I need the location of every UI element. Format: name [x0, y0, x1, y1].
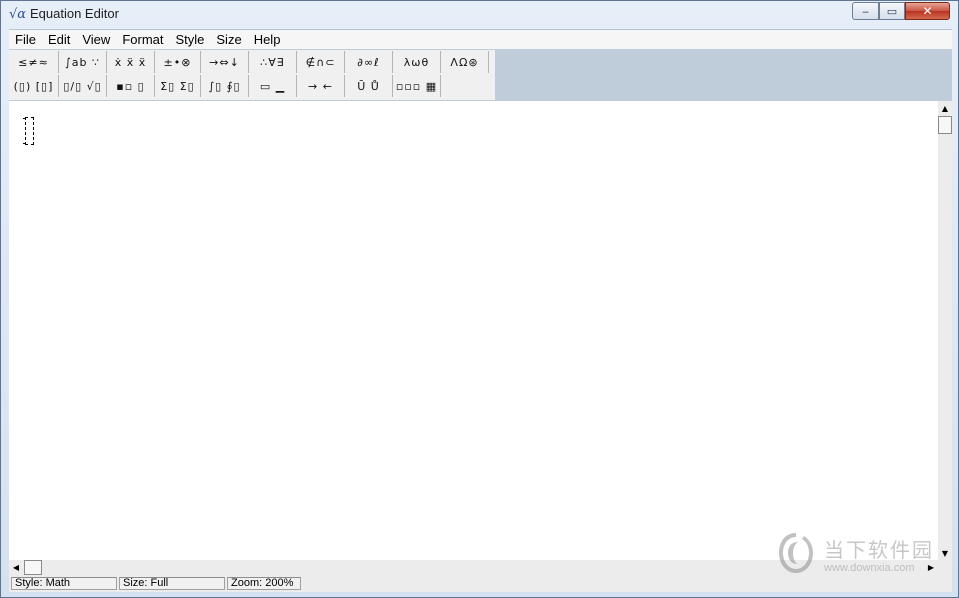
fence-templates-button[interactable]: (▯) [▯]	[9, 75, 59, 97]
labeled-arrow-templates-button[interactable]: → ←	[297, 75, 345, 97]
horizontal-scroll-thumb[interactable]	[24, 560, 42, 575]
toolbar-area: ≤≠≈ ∫ab ∵ ẋ ẍ ẍ ±•⊗ →⇔↓ ∴∀∃ ∉∩⊂ ∂∞ℓ λωθ …	[9, 49, 952, 101]
matrix-templates-button[interactable]: ▫▫▫ ▦	[393, 75, 441, 97]
vertical-scrollbar[interactable]: ▲ ▼	[938, 101, 952, 560]
menu-help[interactable]: Help	[248, 30, 287, 50]
relational-symbols-button[interactable]: ≤≠≈	[9, 51, 59, 73]
subscript-superscript-templates-button[interactable]: ▪▫ ▯	[107, 75, 155, 97]
integral-templates-button[interactable]: ∫▯ ∮▯	[201, 75, 249, 97]
minimize-button[interactable]: ‒	[852, 2, 879, 20]
downxia-logo-icon	[779, 533, 813, 573]
vertical-scroll-thumb[interactable]	[938, 116, 952, 134]
menu-style[interactable]: Style	[169, 30, 210, 50]
sqrt-alpha-icon: √α	[9, 7, 27, 22]
greek-uppercase-button[interactable]: ΛΩ⊛	[441, 51, 489, 73]
spaces-ellipses-button[interactable]: ∫ab ∵	[59, 51, 107, 73]
greek-lowercase-button[interactable]: λωθ	[393, 51, 441, 73]
menu-bar: File Edit View Format Style Size Help	[9, 29, 952, 50]
close-button[interactable]: ✕	[905, 2, 950, 20]
menu-file[interactable]: File	[9, 30, 42, 50]
fraction-radical-templates-button[interactable]: ▯/▯ √▯	[59, 75, 107, 97]
status-style: Style: Math	[11, 577, 117, 590]
equation-editing-area[interactable]	[9, 101, 938, 560]
menu-size[interactable]: Size	[210, 30, 247, 50]
miscellaneous-symbols-button[interactable]: ∂∞ℓ	[345, 51, 393, 73]
menu-edit[interactable]: Edit	[42, 30, 76, 50]
menu-view[interactable]: View	[76, 30, 116, 50]
arrow-symbols-button[interactable]: →⇔↓	[201, 51, 249, 73]
status-size: Size: Full	[119, 577, 225, 590]
scroll-up-arrow-icon[interactable]: ▲	[938, 101, 952, 115]
watermark: 当下软件园 www.downxia.com	[776, 528, 946, 578]
set-theory-symbols-button[interactable]: ∉∩⊂	[297, 51, 345, 73]
summation-templates-button[interactable]: Σ▯ Σ▯	[155, 75, 201, 97]
title-bar[interactable]: √α Equation Editor ‒ ▭ ✕	[1, 1, 958, 29]
equation-editor-window: √α Equation Editor ‒ ▭ ✕ File Edit View …	[0, 0, 959, 598]
window-title: Equation Editor	[30, 6, 119, 21]
equation-toolbar: ≤≠≈ ∫ab ∵ ẋ ẍ ẍ ±•⊗ →⇔↓ ∴∀∃ ∉∩⊂ ∂∞ℓ λωθ …	[9, 50, 495, 100]
embellishments-button[interactable]: ẋ ẍ ẍ	[107, 51, 155, 73]
empty-slot-placeholder[interactable]	[23, 117, 34, 145]
status-zoom: Zoom: 200%	[227, 577, 301, 590]
products-set-theory-templates-button[interactable]: Ū Ů	[345, 75, 393, 97]
menu-format[interactable]: Format	[116, 30, 169, 50]
maximize-button[interactable]: ▭	[879, 2, 905, 20]
watermark-brand: 当下软件园	[824, 538, 934, 562]
watermark-url: www.downxia.com	[824, 562, 915, 574]
operator-symbols-button[interactable]: ±•⊗	[155, 51, 201, 73]
template-palette-row: (▯) [▯] ▯/▯ √▯ ▪▫ ▯ Σ▯ Σ▯ ∫▯ ∮▯ ▭ ▁ → ← …	[9, 75, 441, 99]
scroll-left-arrow-icon[interactable]: ◀	[9, 560, 23, 574]
underbar-overbar-templates-button[interactable]: ▭ ▁	[249, 75, 297, 97]
logical-symbols-button[interactable]: ∴∀∃	[249, 51, 297, 73]
symbol-palette-row: ≤≠≈ ∫ab ∵ ẋ ẍ ẍ ±•⊗ →⇔↓ ∴∀∃ ∉∩⊂ ∂∞ℓ λωθ …	[9, 51, 489, 75]
